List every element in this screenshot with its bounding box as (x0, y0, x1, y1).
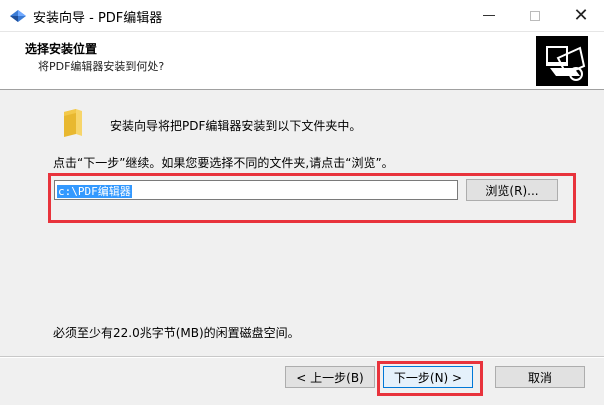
install-path-input[interactable]: c:\PDF编辑器 (54, 180, 458, 200)
install-path-value: c:\PDF编辑器 (57, 185, 132, 198)
header-panel: 选择安装位置 将PDF编辑器安装到何处? (0, 32, 604, 90)
close-button[interactable]: ✕ (558, 0, 604, 31)
computer-box-icon (536, 36, 588, 86)
divider-highlight (0, 357, 604, 358)
disk-space-text: 必须至少有22.0兆字节(MB)的闲置磁盘空间。 (53, 326, 300, 340)
maximize-icon (530, 10, 540, 21)
intro-text: 安装向导将把PDF编辑器安装到以下文件夹中。 (110, 119, 362, 133)
instruction-text: 点击“下一步”继续。如果您要选择不同的文件夹,请点击“浏览”。 (53, 156, 394, 170)
cancel-button[interactable]: 取消 (495, 366, 585, 388)
title-bar: 安装向导 - PDF编辑器 ✕ (0, 0, 604, 32)
next-button[interactable]: 下一步(N) > (383, 366, 473, 388)
page-title: 选择安装位置 (25, 42, 98, 56)
minimize-button[interactable] (466, 0, 512, 31)
browse-button[interactable]: 浏览(R)... (466, 179, 558, 201)
window-title: 安装向导 - PDF编辑器 (33, 11, 163, 26)
maximize-button[interactable] (512, 0, 558, 31)
minimize-icon (483, 15, 495, 16)
page-subtitle: 将PDF编辑器安装到何处? (38, 60, 165, 73)
installer-icon (10, 10, 26, 22)
close-icon: ✕ (573, 4, 589, 26)
folder-icon (64, 109, 82, 137)
back-button[interactable]: < 上一步(B) (285, 366, 375, 388)
